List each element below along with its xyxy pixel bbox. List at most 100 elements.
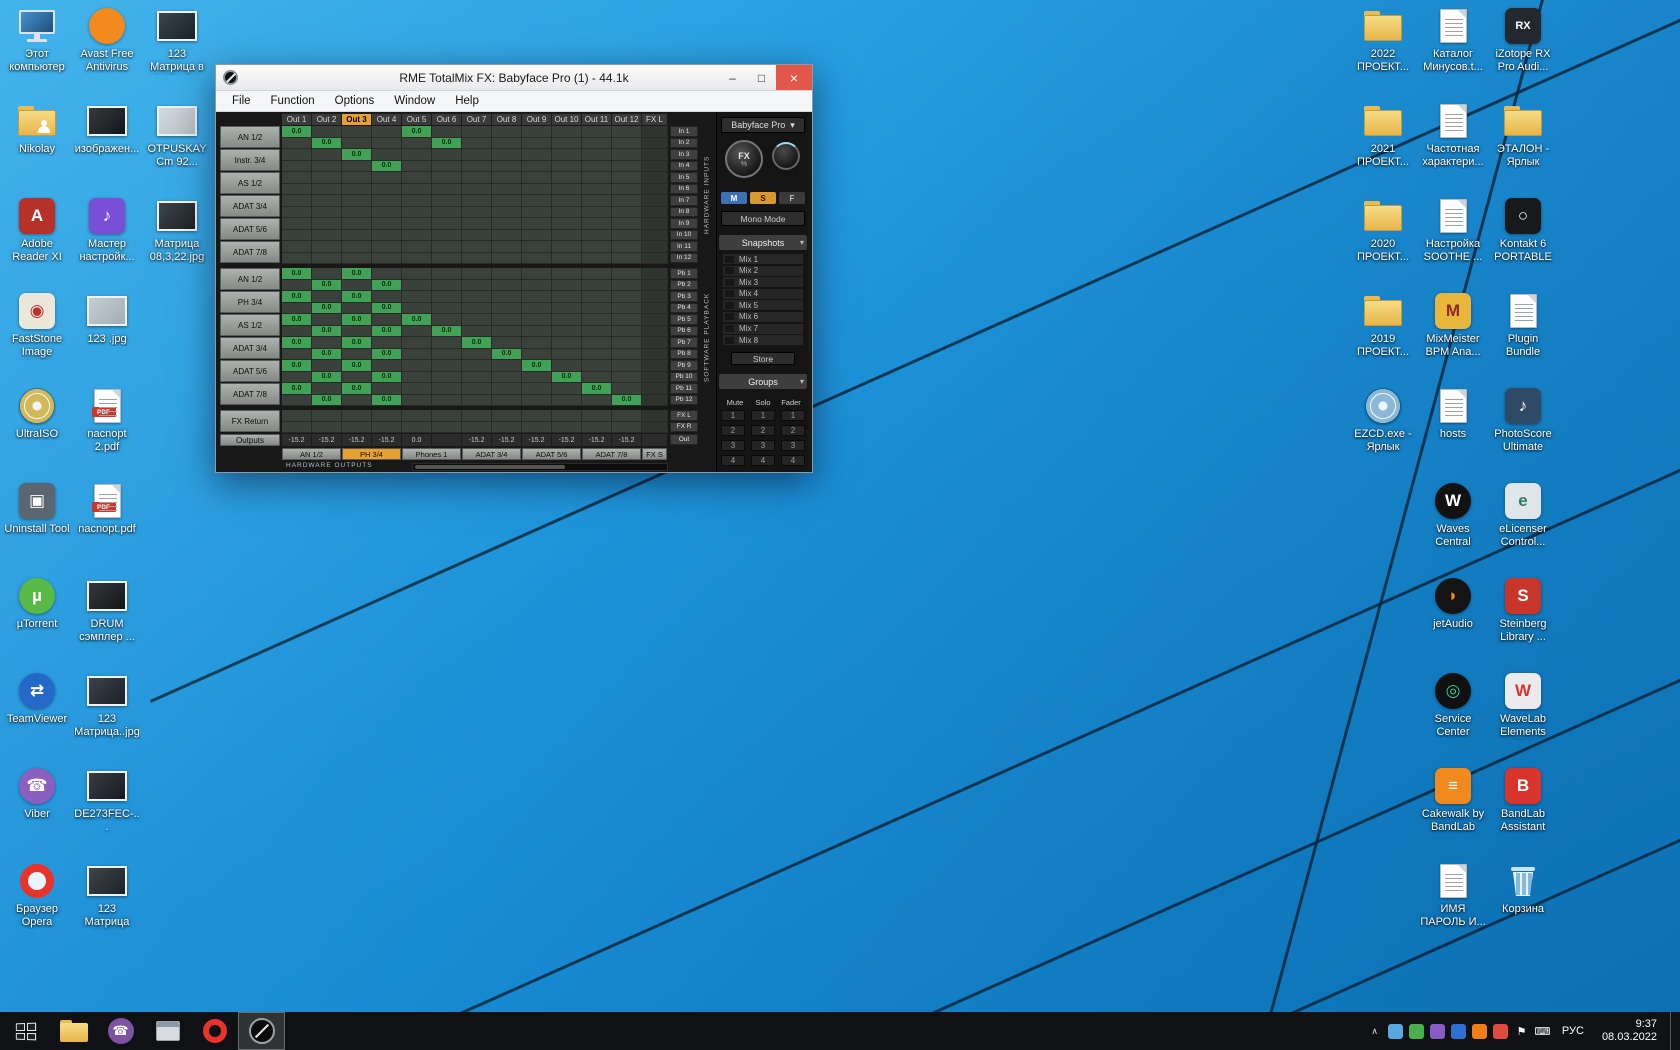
matrix-cell[interactable] xyxy=(492,195,522,207)
matrix-cell[interactable] xyxy=(372,252,402,264)
matrix-column-header[interactable]: Out 1 xyxy=(282,113,312,125)
matrix-cell[interactable] xyxy=(372,268,402,280)
matrix-row-label[interactable]: Pb 6 xyxy=(670,325,698,336)
matrix-cell[interactable] xyxy=(312,206,342,218)
desktop-icon[interactable]: Nikolay xyxy=(4,101,70,156)
matrix-cell[interactable] xyxy=(462,383,492,395)
matrix-cell[interactable] xyxy=(432,383,462,395)
matrix-cell[interactable] xyxy=(642,383,668,395)
menu-file[interactable]: File xyxy=(222,93,261,109)
matrix-cell[interactable] xyxy=(432,229,462,241)
matrix-cell[interactable] xyxy=(282,149,312,161)
matrix-cell[interactable] xyxy=(642,302,668,314)
output-name[interactable]: PH 3/4 xyxy=(342,448,401,460)
matrix-cell[interactable] xyxy=(372,229,402,241)
matrix-cell[interactable] xyxy=(372,183,402,195)
matrix-cell[interactable] xyxy=(582,337,612,349)
matrix-cell[interactable] xyxy=(402,348,432,360)
matrix-cell[interactable] xyxy=(552,410,582,422)
desktop-icon[interactable]: ЭТАЛОН - Ярлык xyxy=(1490,101,1556,169)
matrix-row-label[interactable]: Pb 4 xyxy=(670,302,698,313)
desktop-icon[interactable]: B BandLab Assistant xyxy=(1490,766,1556,834)
matrix-cell[interactable] xyxy=(372,195,402,207)
matrix-cell[interactable] xyxy=(282,172,312,184)
taskbar-app-opera[interactable] xyxy=(191,1012,238,1050)
matrix-cell[interactable]: 0.0 xyxy=(432,325,462,337)
matrix-row-label[interactable]: In 5 xyxy=(670,172,698,183)
matrix-cell[interactable] xyxy=(432,360,462,372)
matrix-cell[interactable] xyxy=(492,302,522,314)
matrix-cell[interactable] xyxy=(582,421,612,433)
matrix-cell[interactable] xyxy=(492,126,522,138)
matrix-cell[interactable] xyxy=(342,394,372,406)
matrix-cell[interactable] xyxy=(642,160,668,172)
matrix-cell[interactable] xyxy=(432,268,462,280)
output-name[interactable]: ADAT 5/6 xyxy=(522,448,581,460)
matrix-cell[interactable] xyxy=(342,126,372,138)
group-cell[interactable]: 2 xyxy=(751,425,775,436)
matrix-cell[interactable] xyxy=(642,172,668,184)
matrix-cell[interactable] xyxy=(282,252,312,264)
matrix-cell[interactable]: 0.0 xyxy=(582,383,612,395)
matrix-cell[interactable] xyxy=(492,149,522,161)
matrix-cell[interactable] xyxy=(612,183,642,195)
matrix-cell[interactable] xyxy=(552,241,582,253)
matrix-cell[interactable] xyxy=(612,314,642,326)
matrix-cell[interactable]: 0.0 xyxy=(612,394,642,406)
matrix-cell[interactable]: 0.0 xyxy=(372,325,402,337)
desktop-icon[interactable]: Матрица 08,3,22.jpg xyxy=(144,196,210,264)
matrix-cell[interactable] xyxy=(372,314,402,326)
matrix-cell[interactable] xyxy=(462,279,492,291)
matrix-cell[interactable] xyxy=(522,337,552,349)
matrix-cell[interactable] xyxy=(342,137,372,149)
matrix-cell[interactable] xyxy=(492,172,522,184)
clock[interactable]: 9:37 08.03.2022 xyxy=(1596,1018,1663,1044)
matrix-cell[interactable] xyxy=(372,337,402,349)
minimize-button[interactable]: – xyxy=(718,65,747,90)
matrix-cell[interactable] xyxy=(462,360,492,372)
group-cell[interactable]: 4 xyxy=(781,455,805,466)
matrix-row-label[interactable]: Pb 9 xyxy=(670,360,698,371)
matrix-cell[interactable] xyxy=(552,302,582,314)
matrix-cell[interactable] xyxy=(552,383,582,395)
matrix-column-header[interactable]: Out 12 xyxy=(612,113,642,125)
matrix-cell[interactable] xyxy=(312,218,342,230)
matrix-cell[interactable] xyxy=(642,268,668,280)
desktop-icon[interactable]: RX iZotope RX Pro Audi... xyxy=(1490,6,1556,74)
matrix-cell[interactable] xyxy=(282,218,312,230)
snapshot-item[interactable]: Mix 8 xyxy=(723,335,803,346)
matrix-cell[interactable] xyxy=(402,160,432,172)
matrix-cell[interactable] xyxy=(312,252,342,264)
matrix-row-label[interactable]: In 11 xyxy=(670,241,698,252)
matrix-cell[interactable] xyxy=(492,160,522,172)
channel-label[interactable]: AN 1/2 xyxy=(220,268,280,290)
menu-help[interactable]: Help xyxy=(445,93,489,109)
matrix-cell[interactable] xyxy=(522,229,552,241)
matrix-cell[interactable] xyxy=(492,383,522,395)
matrix-cell[interactable] xyxy=(462,410,492,422)
desktop-icon[interactable]: A Adobe Reader XI xyxy=(4,196,70,264)
matrix-cell[interactable] xyxy=(342,252,372,264)
matrix-cell[interactable] xyxy=(612,325,642,337)
snapshot-item[interactable]: Mix 6 xyxy=(723,311,803,322)
matrix-cell[interactable]: 0.0 xyxy=(492,348,522,360)
channel-label[interactable]: ADAT 7/8 xyxy=(220,383,280,405)
matrix-cell[interactable] xyxy=(372,291,402,303)
matrix-cell[interactable] xyxy=(642,206,668,218)
matrix-cell[interactable]: 0.0 xyxy=(342,268,372,280)
matrix-cell[interactable] xyxy=(582,302,612,314)
taskbar-app-file-explorer[interactable] xyxy=(50,1012,97,1050)
desktop-icon[interactable]: 2022 ПРОЕКТ... xyxy=(1350,6,1416,74)
matrix-cell[interactable] xyxy=(312,314,342,326)
matrix-cell[interactable] xyxy=(582,160,612,172)
matrix-cell[interactable] xyxy=(492,325,522,337)
matrix-cell[interactable] xyxy=(492,206,522,218)
matrix-cell[interactable] xyxy=(402,410,432,422)
desktop-icon[interactable]: 2021 ПРОЕКТ... xyxy=(1350,101,1416,169)
matrix-cell[interactable]: 0.0 xyxy=(312,302,342,314)
matrix-cell[interactable] xyxy=(612,371,642,383)
matrix-row-label[interactable]: Pb 8 xyxy=(670,348,698,359)
matrix-cell[interactable] xyxy=(402,252,432,264)
matrix-cell[interactable] xyxy=(642,348,668,360)
desktop-icon[interactable]: Каталог Минусов.t... xyxy=(1420,6,1486,74)
